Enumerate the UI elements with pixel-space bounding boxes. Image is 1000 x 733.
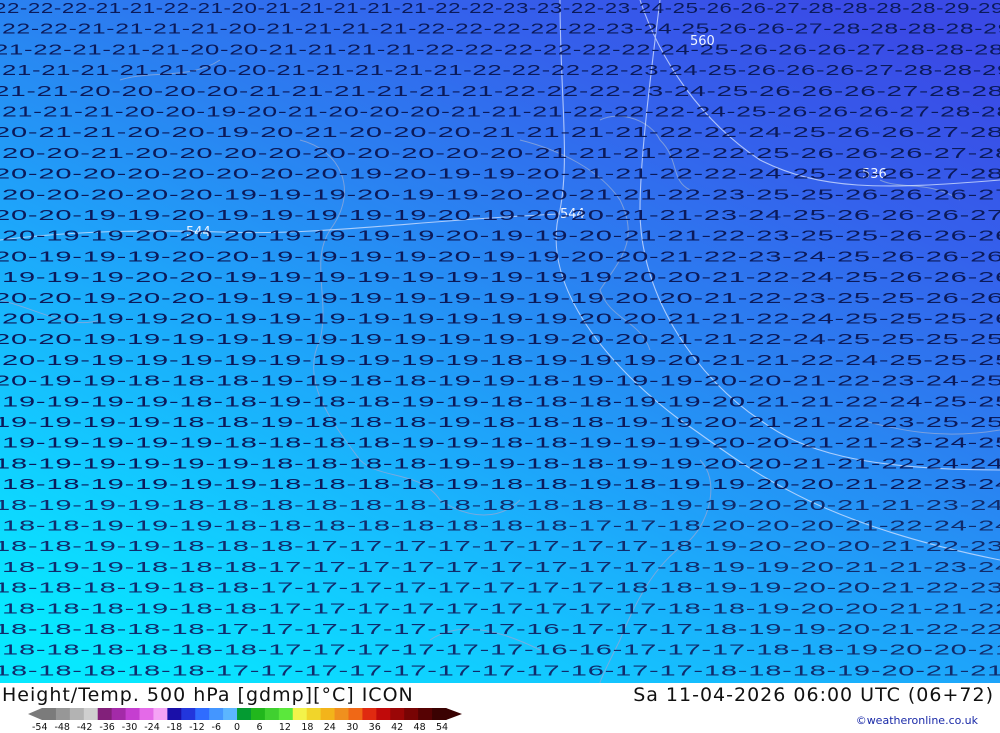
- temperature-label-row: 19-19-19-19-18-18-19-18-18-18-19-18-18-1…: [0, 414, 1000, 431]
- scale-swatch: [55, 708, 71, 720]
- temperature-label-row: 22-22-21-21-21-21-20-21-21-21-21-22-22-2…: [2, 21, 1000, 38]
- scale-swatch: [125, 708, 141, 720]
- scale-swatch: [376, 708, 391, 720]
- scale-tick-label: -18: [166, 722, 183, 733]
- scale-tick-label: -6: [211, 722, 222, 733]
- scale-tick-label: 30: [346, 722, 359, 733]
- scale-swatch: [306, 708, 322, 720]
- temperature-label-row: 18-18-18-18-18-17-17-17-17-17-17-17-17-1…: [0, 662, 1000, 679]
- scale-swatch: [83, 708, 99, 720]
- scale-swatch: [111, 708, 127, 720]
- temperature-label-row: 19-19-19-19-19-18-18-18-18-19-19-18-18-1…: [2, 435, 1000, 452]
- temperature-label-row: 18-19-19-18-18-18-17-17-17-17-17-17-17-1…: [2, 559, 1000, 576]
- temperature-label-row: 18-18-19-19-19-19-18-18-18-18-19-18-18-1…: [2, 476, 1000, 493]
- scale-swatch: [362, 708, 377, 720]
- scale-swatch: [153, 708, 168, 720]
- temperature-label-row: 18-18-18-19-18-18-17-17-17-17-17-17-17-1…: [0, 580, 1000, 597]
- scale-tick-label: 42: [391, 722, 404, 733]
- color-scale-legend: -54 -48 -42 -36 -30 -24 -18 -12 -6 0 6 12 18 24 30 36 42…: [28, 706, 462, 733]
- scale-swatch: [264, 708, 280, 720]
- scale-tick-label: 12: [278, 722, 291, 733]
- temperature-label-row: 20-20-19-19-19-19-19-19-19-19-19-19-19-2…: [0, 331, 1000, 348]
- temperature-label-row: 19-19-19-19-18-18-19-18-18-19-19-18-18-1…: [2, 393, 1000, 410]
- scale-tick-label: -54: [32, 722, 48, 733]
- forecast-time: Sa 11-04-2026 06:00 UTC (06+72): [633, 684, 994, 706]
- temperature-label-row: 20-19-19-19-19-19-19-19-19-19-19-18-19-1…: [2, 352, 1000, 369]
- scale-tick-label: -24: [144, 722, 160, 733]
- temperature-label-row: 19-19-19-20-20-19-19-19-19-19-19-19-19-1…: [2, 269, 1000, 286]
- temperature-label-row: 20-20-19-19-20-19-19-19-19-19-20-19-20-2…: [0, 207, 1000, 224]
- temperature-label-row: 20-20-20-20-20-19-19-19-20-19-19-20-20-2…: [2, 186, 1000, 203]
- scale-swatch: [139, 708, 154, 720]
- scale-tick-label: -36: [99, 722, 115, 733]
- scale-swatch: [97, 708, 113, 720]
- scale-arrow-left: [28, 708, 42, 720]
- scale-tick-label: -12: [189, 722, 205, 733]
- scale-swatch: [69, 708, 85, 720]
- temperature-label-row: 20-19-19-19-20-20-19-19-19-19-20-19-19-2…: [0, 248, 1000, 265]
- temperature-label-row: 20-20-19-20-20-19-19-19-19-19-19-19-19-1…: [0, 290, 1000, 307]
- temperature-label-row: 21-21-20-20-20-20-21-21-21-21-21-21-22-2…: [0, 83, 1000, 100]
- scale-tick-label: 24: [323, 722, 336, 733]
- scale-swatch: [250, 708, 266, 720]
- temperature-label-row: 21-21-21-20-20-19-20-21-20-20-20-21-21-2…: [2, 104, 1000, 121]
- scale-tick-label: -30: [121, 722, 138, 733]
- scale-swatch: [334, 708, 349, 720]
- temperature-label-row: 18-19-19-19-19-19-18-18-18-18-19-19-18-1…: [0, 455, 1000, 472]
- scale-tick-label: -42: [76, 722, 93, 733]
- scale-swatch: [292, 708, 308, 720]
- scale-swatch: [195, 708, 210, 720]
- scale-tick-label: 6: [256, 722, 263, 733]
- scale-tick-label: -48: [54, 722, 70, 733]
- scale-swatch: [348, 708, 363, 720]
- scale-swatch: [320, 708, 336, 720]
- temperature-label-row: 18-18-19-19-18-18-18-17-17-17-17-17-17-1…: [0, 538, 1000, 555]
- scale-tick-label: 18: [301, 722, 314, 733]
- map-footer: Height/Temp. 500 hPa [gdmp][°C] ICON Sa …: [0, 683, 1000, 733]
- temperature-label-row: 20-21-21-20-20-19-20-21-20-20-20-21-21-2…: [0, 124, 1000, 141]
- scale-tick-label: 36: [368, 722, 381, 733]
- scale-tick-label: 54: [436, 722, 449, 733]
- scale-swatch: [404, 708, 419, 720]
- scale-arrow-right: [446, 708, 462, 720]
- scale-tick-label: 0: [234, 722, 241, 733]
- temperature-label-row: 18-19-19-19-18-18-18-18-18-18-18-18-18-1…: [0, 497, 1000, 514]
- temperature-label-row: 20-20-19-19-20-19-19-19-19-19-19-19-19-2…: [2, 311, 1000, 328]
- temperature-label-row: 20-19-19-20-20-20-19-19-19-19-20-19-19-2…: [2, 228, 1000, 245]
- map-title: Height/Temp. 500 hPa [gdmp][°C] ICON: [2, 684, 414, 706]
- temperature-label-row: 18-18-19-19-19-18-18-18-18-18-18-18-18-1…: [2, 518, 1000, 535]
- temperature-label-row: 18-18-18-19-18-18-17-17-17-17-17-17-17-1…: [2, 600, 1000, 617]
- scale-swatch: [42, 708, 57, 720]
- scale-swatch: [390, 708, 405, 720]
- scale-swatch: [432, 708, 447, 720]
- scale-swatch: [209, 708, 224, 720]
- temperature-label-row: 20-20-21-20-20-20-20-20-20-20-20-20-21-2…: [2, 145, 1000, 162]
- scale-swatch: [223, 708, 238, 720]
- temperature-label-row: 22-22-22-21-21-22-21-20-21-21-21-21-21-2…: [0, 0, 1000, 17]
- scale-swatch: [278, 708, 294, 720]
- scale-swatch: [167, 708, 182, 720]
- credit-link[interactable]: ©weatheronline.co.uk: [856, 714, 978, 727]
- temperature-label-row: 21-22-21-21-21-20-20-21-21-21-21-22-22-2…: [0, 41, 1000, 58]
- weather-map: 536 544 544 560 22-22-22-21-21-22-21-20-21-…: [0, 0, 1000, 683]
- temperature-field: 536544544560 22-22-22-21-21-22-21-20-21-…: [0, 0, 1000, 683]
- scale-tick-label: 48: [413, 722, 426, 733]
- temperature-label-row: 20-19-19-18-18-18-19-19-18-18-19-19-18-1…: [0, 373, 1000, 390]
- temperature-label-row: 18-18-18-18-18-18-17-17-17-17-17-17-16-1…: [2, 642, 1000, 659]
- scale-swatch: [181, 708, 196, 720]
- scale-swatch: [237, 708, 252, 720]
- temperature-label-row: 18-18-18-18-18-17-17-17-17-17-17-17-16-1…: [0, 621, 1000, 638]
- temperature-label-row: 21-21-21-21-21-20-20-21-21-21-21-21-22-2…: [2, 62, 1000, 79]
- scale-swatch: [418, 708, 433, 720]
- temperature-label-row: 20-20-20-20-20-20-20-20-19-20-19-19-20-2…: [0, 166, 1000, 183]
- color-scale-bar: [28, 708, 462, 720]
